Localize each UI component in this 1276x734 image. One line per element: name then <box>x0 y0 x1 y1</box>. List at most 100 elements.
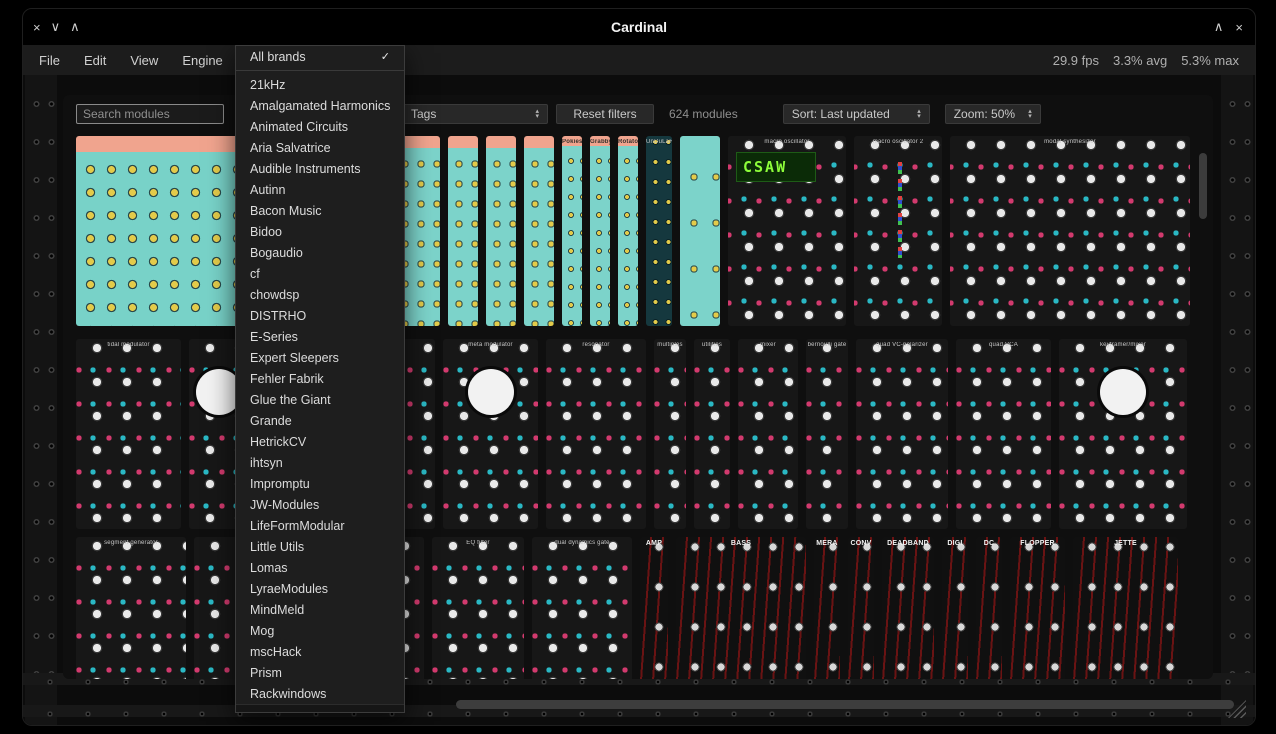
brand-menu-item[interactable]: Bidoo <box>236 221 404 242</box>
brand-menu-item[interactable]: 21kHz <box>236 74 404 95</box>
menubar-item-edit[interactable]: Edit <box>84 53 106 68</box>
titlebar[interactable]: × ∨ ∧ Cardinal ∧ × <box>23 9 1255 45</box>
module-tile[interactable]: macro oscillatorCSAW <box>728 136 846 326</box>
brand-menu-item[interactable]: DISTRHO <box>236 305 404 326</box>
fps-stat: 29.9 fps <box>1053 53 1099 68</box>
tags-filter-dropdown[interactable]: Tags ▴▾ <box>402 104 548 124</box>
module-tile[interactable]: BASS <box>676 537 806 679</box>
brand-menu-item[interactable]: Glue the Giant <box>236 389 404 410</box>
module-tile[interactable] <box>680 136 720 326</box>
module-tile[interactable]: UnDuLaR <box>646 136 672 326</box>
module-title: BASS <box>676 540 806 547</box>
brand-menu-item[interactable]: Fehler Fabrik <box>236 368 404 389</box>
module-tile[interactable]: segment generator <box>76 537 186 679</box>
module-tile[interactable]: AMP <box>640 537 668 679</box>
module-tile[interactable]: DC <box>976 537 1002 679</box>
zoom-label: Zoom: 50% <box>954 107 1015 121</box>
module-tile[interactable]: MERA <box>814 537 840 679</box>
titlebar-right-controls: ∧ × <box>1214 9 1243 45</box>
module-tile[interactable]: JETTE <box>1073 537 1178 679</box>
sort-label: Sort: Last updated <box>792 107 890 121</box>
module-tile[interactable] <box>448 136 478 326</box>
module-tile[interactable]: tidal modulator <box>76 339 181 529</box>
module-tile[interactable]: multiples <box>654 339 686 529</box>
brand-menu-item[interactable]: Lomas <box>236 557 404 578</box>
menubar-item-view[interactable]: View <box>130 53 158 68</box>
module-tile[interactable]: Pokies <box>562 136 582 326</box>
module-tile[interactable]: keyframer/mixer <box>1059 339 1187 529</box>
brand-menu-item[interactable]: Bacon Music <box>236 200 404 221</box>
maximize-icon[interactable]: ∧ <box>1214 19 1224 35</box>
brand-menu-item[interactable]: Amalgamated Harmonics <box>236 95 404 116</box>
module-tile[interactable]: DEADBAND <box>882 537 934 679</box>
module-tile[interactable]: FLOPPER <box>1010 537 1065 679</box>
menubar-item-file[interactable]: File <box>39 53 60 68</box>
brand-menu-item[interactable]: Audible Instruments <box>236 158 404 179</box>
brand-menu-item[interactable]: JW-Modules <box>236 494 404 515</box>
brand-menu-item[interactable]: MindMeld <box>236 599 404 620</box>
module-tile[interactable]: modal synthesizer <box>950 136 1190 326</box>
brand-menu-item[interactable]: Little Utils <box>236 536 404 557</box>
brand-menu-item[interactable]: E-Series <box>236 326 404 347</box>
max-cpu-stat: 5.3% max <box>1181 53 1239 68</box>
brand-menu-item[interactable]: Mog <box>236 620 404 641</box>
brand-menu-item[interactable]: LifeFormModular <box>236 515 404 536</box>
menu-divider <box>236 70 404 71</box>
rack-rail-left <box>25 75 57 725</box>
module-tile[interactable] <box>524 136 554 326</box>
module-tile[interactable]: meta modulator <box>443 339 538 529</box>
module-title: MERA <box>814 540 840 547</box>
search-input[interactable] <box>76 104 224 124</box>
module-tile[interactable]: Grabby <box>590 136 610 326</box>
brand-menu-item[interactable]: LyraeModules <box>236 578 404 599</box>
module-title: dual dynamics gate <box>532 540 632 546</box>
brand-menu-item[interactable]: cf <box>236 263 404 284</box>
module-title: macro oscillator 2 <box>854 139 942 145</box>
sort-dropdown[interactable]: Sort: Last updated ▴▾ <box>783 104 930 124</box>
module-tile[interactable]: Rotatoes <box>618 136 638 326</box>
brand-menu-item[interactable]: Grande <box>236 410 404 431</box>
vertical-scrollbar-thumb[interactable] <box>1199 153 1207 219</box>
rack-rail-right <box>1221 75 1253 725</box>
window-close-icon[interactable]: × <box>1235 20 1243 35</box>
module-tile[interactable] <box>486 136 516 326</box>
menu-scroll-indicator[interactable] <box>236 704 404 712</box>
brand-menu-item[interactable]: chowdsp <box>236 284 404 305</box>
brand-menu-item-all[interactable]: All brands ✓ <box>236 46 404 67</box>
menubar-item-engine[interactable]: Engine <box>182 53 222 68</box>
module-tile[interactable]: EQ filter <box>432 537 524 679</box>
brand-menu-item[interactable]: Animated Circuits <box>236 116 404 137</box>
module-title: modal synthesizer <box>950 139 1190 145</box>
module-title: segment generator <box>76 540 186 546</box>
brand-menu-item[interactable]: HetrickCV <box>236 431 404 452</box>
module-title: EQ filter <box>432 540 524 546</box>
module-title: bernoulli gate <box>806 342 848 348</box>
horizontal-scrollbar-thumb[interactable] <box>456 700 1234 709</box>
module-tile[interactable]: quad VCA <box>956 339 1051 529</box>
reset-filters-button[interactable]: Reset filters <box>556 104 654 124</box>
module-tile[interactable]: CONV <box>848 537 874 679</box>
rack-background: All brands ▴▾ Tags ▴▾ Reset filters 624 … <box>23 75 1255 725</box>
brand-menu-item[interactable]: Aria Salvatrice <box>236 137 404 158</box>
module-tile[interactable]: utilities <box>694 339 730 529</box>
module-tile[interactable]: quad VC-polarizer <box>856 339 948 529</box>
module-tile[interactable]: dual dynamics gate <box>532 537 632 679</box>
updown-arrows-icon: ▴▾ <box>1028 109 1032 119</box>
brand-menu-item[interactable]: Prism <box>236 662 404 683</box>
brand-menu-item[interactable]: mscHack <box>236 641 404 662</box>
brand-menu-item[interactable]: Rackwindows <box>236 683 404 704</box>
brand-menu-item[interactable]: Bogaudio <box>236 242 404 263</box>
module-tile[interactable]: bernoulli gate <box>806 339 848 529</box>
module-tile[interactable]: DIGI <box>942 537 968 679</box>
module-tile[interactable]: mixer <box>738 339 798 529</box>
zoom-dropdown[interactable]: Zoom: 50% ▴▾ <box>945 104 1041 124</box>
module-title: quad VCA <box>956 342 1051 348</box>
brand-menu-item[interactable]: Expert Sleepers <box>236 347 404 368</box>
module-title: DIGI <box>942 540 968 547</box>
module-tile[interactable]: resonator <box>546 339 646 529</box>
menubar: FileEditViewEngineHelp 29.9 fps 3.3% avg… <box>23 45 1255 75</box>
brand-menu-item[interactable]: Autinn <box>236 179 404 200</box>
brand-menu-item[interactable]: Impromptu <box>236 473 404 494</box>
brand-menu-item[interactable]: ihtsyn <box>236 452 404 473</box>
module-tile[interactable]: macro oscillator 2 <box>854 136 942 326</box>
